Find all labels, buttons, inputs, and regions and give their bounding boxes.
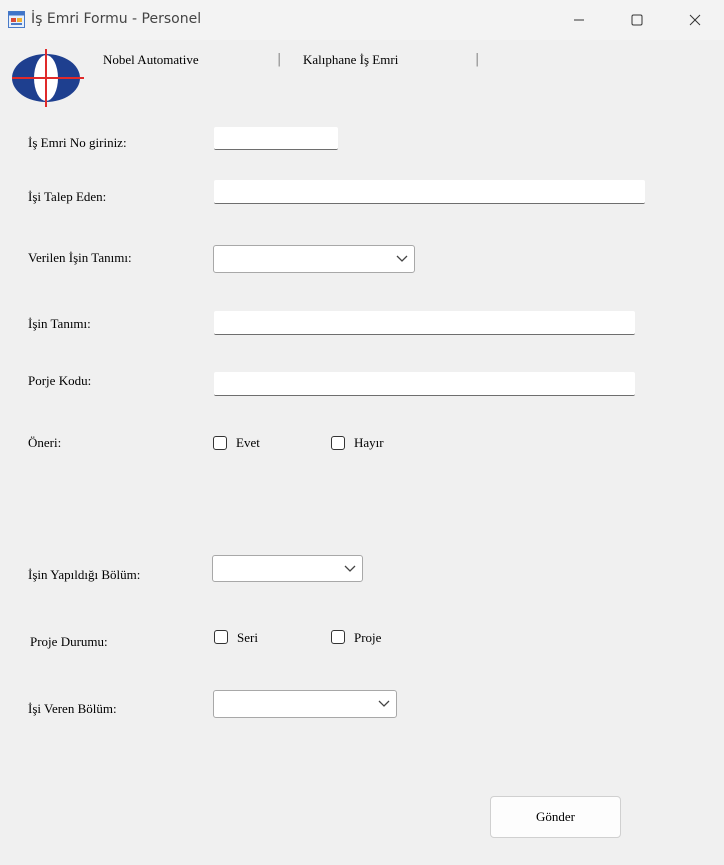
project-status-label: Proje Durumu: (30, 634, 108, 649)
issuing-department-select[interactable] (213, 690, 397, 718)
header-separator: | (475, 52, 480, 67)
close-button[interactable] (666, 0, 724, 40)
maximize-button[interactable] (608, 0, 666, 40)
job-description-label: İşin Tanımı: (28, 316, 91, 331)
close-icon (689, 14, 701, 26)
status-project-label: Proje (354, 630, 382, 645)
requester-input[interactable] (214, 180, 645, 204)
given-job-description-label: Verilen İşin Tanımı: (28, 250, 132, 265)
minimize-button[interactable] (550, 0, 608, 40)
header-separator: | (277, 52, 282, 67)
suggestion-no-label: Hayır (354, 435, 384, 450)
project-code-input[interactable] (214, 372, 635, 396)
suggestion-label: Öneri: (28, 435, 62, 450)
status-serial-checkbox[interactable] (214, 630, 228, 644)
status-project-checkbox[interactable] (331, 630, 345, 644)
chevron-down-icon (396, 255, 408, 262)
requester-label: İşi Talep Eden: (28, 189, 107, 204)
submit-button-label: Gönder (536, 809, 575, 824)
suggestion-yes-label: Evet (236, 435, 260, 450)
app-form-icon (8, 11, 25, 28)
minimize-icon (574, 19, 584, 21)
job-description-input[interactable] (214, 311, 635, 335)
suggestion-yes-checkbox[interactable] (213, 436, 227, 450)
suggestion-no-checkbox[interactable] (331, 436, 345, 450)
company-name: Nobel Automative (103, 52, 199, 67)
submit-button[interactable]: Gönder (490, 796, 621, 838)
work-order-no-input[interactable] (214, 127, 338, 150)
issuing-department-label: İşi Veren Bölüm: (28, 701, 117, 716)
department-title: Kalıphane İş Emri (303, 52, 399, 67)
chevron-down-icon (378, 700, 390, 707)
maximize-icon (631, 14, 643, 26)
performed-department-label: İşin Yapıldığı Bölüm: (28, 567, 141, 582)
company-logo-icon (12, 49, 84, 107)
title-bar: İş Emri Formu - Personel (0, 0, 724, 40)
window-title: İş Emri Formu - Personel (31, 11, 202, 27)
status-serial-label: Seri (237, 630, 258, 645)
performed-department-select[interactable] (212, 555, 363, 582)
work-order-no-label: İş Emri No giriniz: (28, 135, 127, 150)
chevron-down-icon (344, 565, 356, 572)
project-code-label: Porje Kodu: (28, 373, 92, 388)
given-job-description-select[interactable] (213, 245, 415, 273)
